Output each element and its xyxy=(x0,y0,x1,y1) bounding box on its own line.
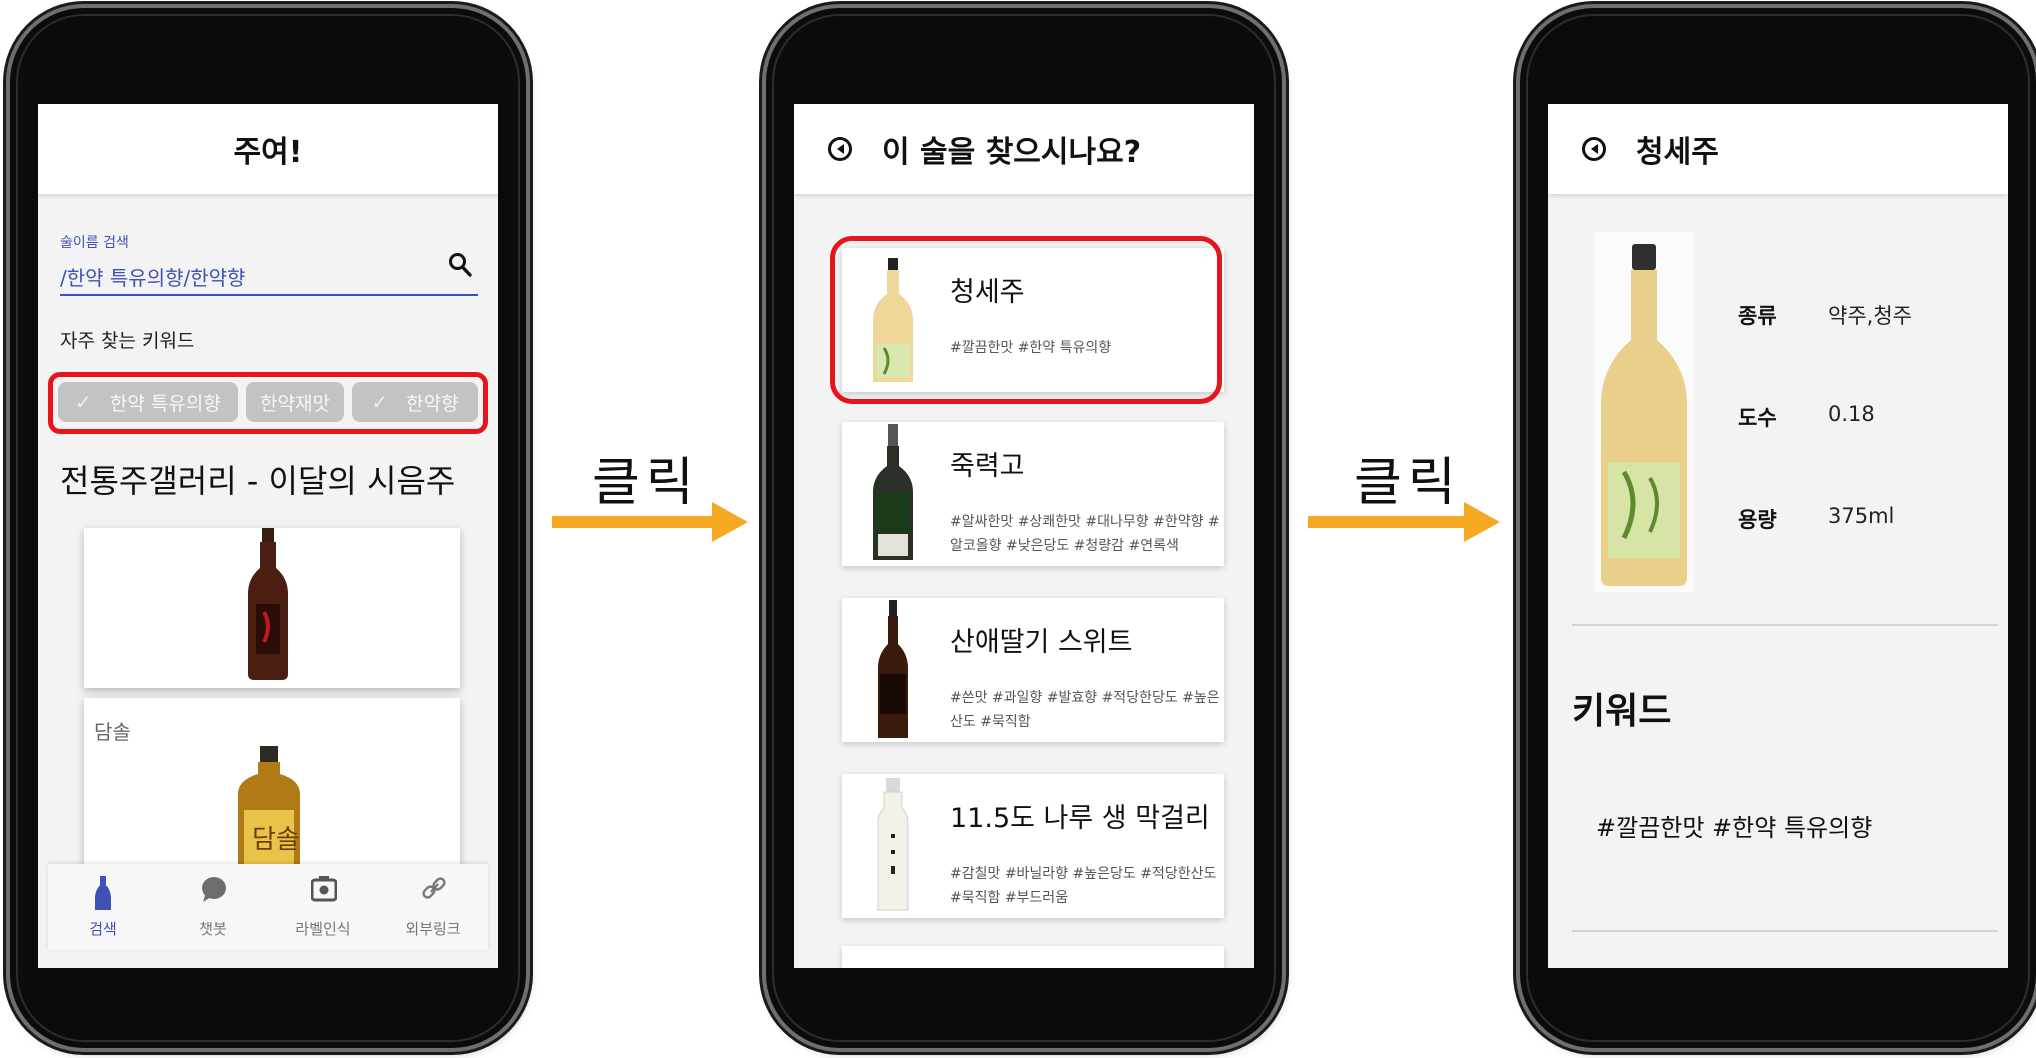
nav-label-recognition[interactable]: 라벨인식 xyxy=(268,864,378,950)
detail-key-type: 종류 xyxy=(1738,304,1777,328)
liquor-bottle-image xyxy=(248,528,288,680)
chat-bubble-icon xyxy=(202,877,226,902)
right-arrow-icon xyxy=(552,502,748,542)
gallery-title: 전통주갤러리 - 이달의 시음주 xyxy=(60,462,456,500)
search-icon[interactable] xyxy=(448,252,472,278)
result-name: 11.5도 나루 생 막걸리 xyxy=(950,803,1210,834)
keyword-list: #깔끔한맛 #한약 특유의향 xyxy=(1596,814,1873,842)
detail-value-abv: 0.18 xyxy=(1828,402,1875,426)
gallery-card[interactable] xyxy=(84,528,460,688)
liquor-bottle-image xyxy=(873,424,913,560)
phone-results: 이 술을 찾으시나요? 청세주 #깔끔한맛 #한약 특유의향 죽력고 #알싸한맛… xyxy=(766,8,1282,1048)
phone-search: 주여! 술이름 검색 /한약 특유의향/한약향 자주 찾는 키워드 ✓ 한약 특… xyxy=(10,8,526,1048)
screen-title: 이 술을 찾으시나요? xyxy=(882,135,1142,170)
result-card[interactable] xyxy=(842,946,1224,968)
check-icon: ✓ xyxy=(371,390,389,414)
back-icon[interactable] xyxy=(828,137,852,161)
search-input[interactable]: /한약 특유의향/한약향 xyxy=(60,262,245,291)
result-card[interactable]: 죽력고 #알싸한맛 #상쾌한맛 #대나무향 #한약향 #알코올향 #낮은당도 #… xyxy=(842,422,1224,566)
detail-key-abv: 도수 xyxy=(1738,406,1777,430)
keyword-chip-herbal-scent[interactable]: ✓ 한약향 xyxy=(352,382,478,422)
result-tags: #쓴맛 #과일향 #발효향 #적당한당도 #높은산도 #묵직함 xyxy=(950,690,1220,730)
results-screen: 이 술을 찾으시나요? 청세주 #깔끔한맛 #한약 특유의향 죽력고 #알싸한맛… xyxy=(794,104,1254,968)
search-screen: 주여! 술이름 검색 /한약 특유의향/한약향 자주 찾는 키워드 ✓ 한약 특… xyxy=(38,104,498,968)
liquor-bottle-image xyxy=(1594,232,1694,592)
camera-icon xyxy=(311,876,337,902)
keyword-chip-herbal-taste[interactable]: 한약재맛 xyxy=(246,382,344,422)
divider xyxy=(1572,930,1998,932)
right-arrow-icon xyxy=(1308,502,1500,542)
result-name: 죽력고 xyxy=(950,451,1025,482)
nav-external-link[interactable]: 외부링크 xyxy=(378,864,488,950)
svg-text:담솔: 담솔 xyxy=(252,825,300,855)
keyword-section-title: 키워드 xyxy=(1572,691,1672,732)
bottom-navigation: 검색 챗봇 라벨인식 외부링크 xyxy=(48,864,488,950)
detail-value-type: 약주,청주 xyxy=(1828,304,1912,328)
detail-key-volume: 용량 xyxy=(1738,508,1777,532)
liquor-bottle-image xyxy=(878,600,908,738)
bottle-icon xyxy=(95,876,111,910)
search-label: 술이름 검색 xyxy=(60,235,129,251)
search-underline xyxy=(60,294,478,296)
back-icon[interactable] xyxy=(1582,137,1606,161)
selected-result-highlight xyxy=(830,236,1222,404)
keyword-chip-herbal-aroma[interactable]: ✓ 한약 특유의향 xyxy=(58,382,238,422)
check-icon: ✓ xyxy=(75,390,92,414)
divider xyxy=(1572,624,1998,626)
liquor-bottle-image xyxy=(877,778,909,911)
frequent-keywords-label: 자주 찾는 키워드 xyxy=(60,330,195,352)
detail-value-volume: 375ml xyxy=(1828,504,1895,528)
result-tags: #감칠맛 #바닐라향 #높은당도 #적당한산도 #묵직함 #부드러움 xyxy=(950,866,1217,906)
result-name: 산애딸기 스위트 xyxy=(950,627,1133,658)
app-bar: 이 술을 찾으시나요? xyxy=(794,104,1254,194)
nav-search[interactable]: 검색 xyxy=(48,864,158,950)
detail-screen: 청세주 종류 약주,청주 도수 0.18 용량 375ml 키워드 #깔끔한맛 … xyxy=(1548,104,2008,968)
result-card[interactable]: 산애딸기 스위트 #쓴맛 #과일향 #발효향 #적당한당도 #높은산도 #묵직함 xyxy=(842,598,1224,742)
result-card[interactable]: 11.5도 나루 생 막걸리 #감칠맛 #바닐라향 #높은당도 #적당한산도 #… xyxy=(842,774,1224,918)
app-bar: 청세주 xyxy=(1548,104,2008,194)
screen-title: 청세주 xyxy=(1636,135,1719,170)
nav-chatbot[interactable]: 챗봇 xyxy=(158,864,268,950)
result-tags: #알싸한맛 #상쾌한맛 #대나무향 #한약향 #알코올향 #낮은당도 #청량감 … xyxy=(950,514,1220,554)
phone-detail: 청세주 종류 약주,청주 도수 0.18 용량 375ml 키워드 #깔끔한맛 … xyxy=(1520,8,2036,1048)
app-title: 주여! xyxy=(233,135,303,170)
link-icon xyxy=(422,877,446,899)
app-bar: 주여! xyxy=(38,104,498,194)
